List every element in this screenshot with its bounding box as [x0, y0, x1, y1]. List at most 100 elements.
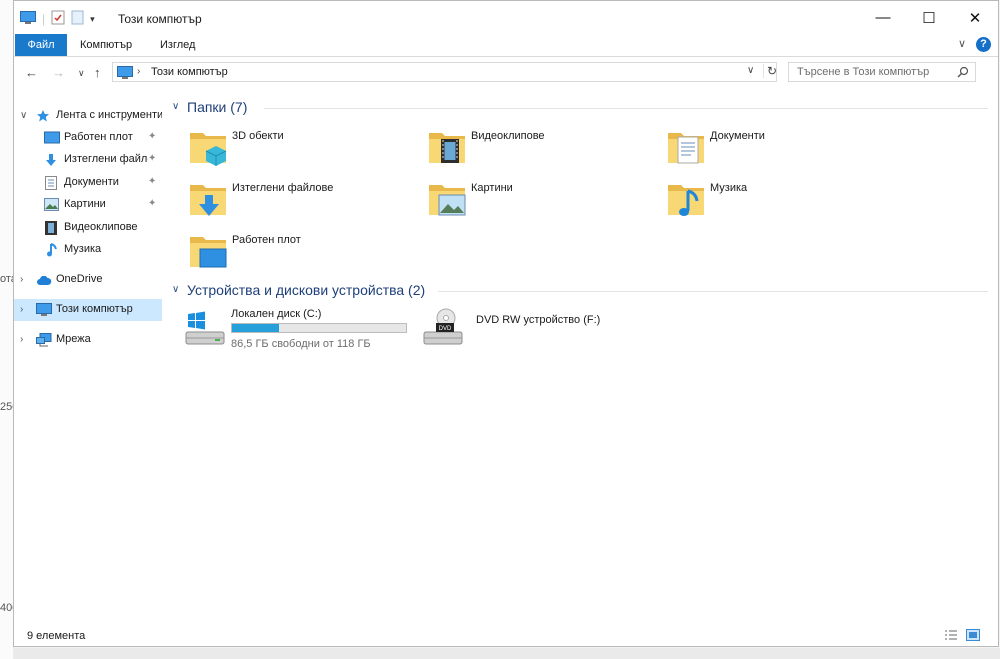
new-folder-icon[interactable] [71, 10, 84, 28]
nav-label: Мрежа [56, 333, 91, 345]
nav-label: OneDrive [56, 273, 103, 285]
nav-item-documents[interactable]: Документи ✦ [14, 172, 162, 194]
this-pc-icon [36, 303, 52, 320]
help-icon[interactable]: ? [976, 37, 991, 52]
properties-icon[interactable] [51, 10, 65, 28]
drive-free-space: 86,5 ГБ свободни от 118 ГБ [231, 338, 371, 350]
item-label: Видеоклипове [471, 130, 545, 142]
drive-label: Локален диск (C:) [231, 308, 322, 320]
recent-locations-chevron-icon[interactable]: ∨ [78, 68, 85, 79]
nav-item-music[interactable]: Музика [14, 239, 162, 261]
this-pc-icon [117, 66, 133, 83]
nav-item-this-pc[interactable]: › Този компютър [14, 299, 162, 321]
tab-computer[interactable]: Компютър [80, 34, 132, 56]
search-box[interactable]: Търсене в Този компютър [788, 62, 976, 82]
nav-item-network[interactable]: › Мрежа [14, 329, 162, 351]
title-bar: | ▾ Този компютър — ☐ ✕ [14, 1, 998, 34]
address-dropdown-icon[interactable]: ∨ [747, 65, 754, 76]
nav-label: Музика [64, 243, 102, 255]
group-title: Устройства и дискови устройства (2) [187, 282, 426, 298]
star-icon [36, 109, 50, 126]
large-icons-view-icon[interactable] [966, 629, 980, 644]
drive-item-dvd[interactable]: DVD DVD RW устройство (F:) [422, 308, 652, 354]
svg-text:DVD: DVD [439, 326, 452, 332]
close-button[interactable]: ✕ [952, 1, 998, 34]
picture-icon [44, 198, 59, 214]
folder-documents-icon [666, 125, 706, 172]
nav-item-desktop[interactable]: Работен плот ✦ [14, 127, 162, 149]
item-label: Изтеглени файлове [232, 182, 334, 194]
drive-label: DVD RW устройство (F:) [476, 314, 601, 326]
nav-label: Лента с инструменти [56, 109, 162, 121]
nav-item-quick-access[interactable]: ∨ Лента с инструменти [14, 105, 162, 127]
ribbon-tabs: Файл Компютър Изглед ∨ ? [14, 34, 998, 57]
nav-label: Този компютър [56, 303, 133, 315]
group-header-devices[interactable]: ∨ Устройства и дискови устройства (2) [172, 282, 992, 300]
forward-arrow-icon[interactable]: → [52, 65, 65, 80]
pin-icon[interactable]: ✦ [148, 176, 156, 187]
pin-icon[interactable]: ✦ [148, 198, 156, 209]
nav-item-pictures[interactable]: Картини ✦ [14, 194, 162, 216]
nav-item-onedrive[interactable]: › OneDrive [14, 269, 162, 291]
nav-label: Работен плот [64, 131, 133, 143]
folder-downloads-icon [188, 177, 228, 224]
folder-pictures-icon [427, 177, 467, 224]
breadcrumb-chevron-icon[interactable]: › [137, 66, 140, 77]
content-pane: ∨ Папки (7) 3D обекти Видеоклипове Докум… [164, 89, 998, 624]
item-label: Картини [471, 182, 513, 194]
customize-dropdown-icon[interactable]: ▾ [90, 14, 95, 25]
refresh-icon[interactable]: ↻ [763, 64, 777, 78]
expand-ribbon-chevron-icon[interactable]: ∨ [958, 37, 966, 50]
nav-label: Видеоклипове [64, 221, 138, 233]
tab-file[interactable]: Файл [15, 34, 67, 56]
expand-chevron-icon[interactable]: › [20, 334, 23, 345]
nav-label: Картини [64, 198, 106, 210]
folder-item-desktop[interactable]: Работен плот [188, 229, 418, 277]
nav-item-downloads[interactable]: Изтеглени файлове ✦ [14, 149, 162, 171]
cloud-icon [36, 275, 52, 289]
status-bar: 9 елемента [14, 625, 998, 647]
minimize-button[interactable]: — [860, 1, 906, 34]
breadcrumb-this-pc[interactable]: Този компютър [151, 66, 228, 78]
folder-item-3d-objects[interactable]: 3D обекти [188, 125, 418, 173]
quick-access-toolbar: | ▾ [20, 10, 95, 28]
up-arrow-icon[interactable]: ↑ [94, 65, 101, 80]
folder-item-videos[interactable]: Видеоклипове [427, 125, 657, 173]
film-icon [45, 221, 57, 238]
background-taskbar-area [13, 648, 1000, 659]
nav-label: Документи [64, 176, 119, 188]
address-bar[interactable]: › Този компютър ∨ ↻ [112, 62, 777, 82]
download-arrow-icon [44, 153, 58, 170]
folder-item-pictures[interactable]: Картини [427, 177, 657, 225]
pin-icon[interactable]: ✦ [148, 153, 156, 164]
expand-chevron-icon[interactable]: › [20, 274, 23, 285]
collapse-chevron-icon[interactable]: ∨ [172, 284, 179, 295]
folder-item-documents[interactable]: Документи [666, 125, 896, 173]
local-disk-icon [184, 308, 226, 351]
disk-usage-fill [232, 324, 279, 332]
tab-view[interactable]: Изглед [160, 34, 195, 56]
collapse-chevron-icon[interactable]: ∨ [20, 110, 27, 121]
maximize-button[interactable]: ☐ [906, 1, 952, 34]
group-header-folders[interactable]: ∨ Папки (7) [172, 99, 992, 117]
folder-item-downloads[interactable]: Изтеглени файлове [188, 177, 418, 225]
folder-music-icon [666, 177, 706, 224]
folder-desktop-icon [188, 229, 228, 276]
details-view-icon[interactable] [944, 629, 958, 644]
search-input[interactable]: Търсене в Този компютър [797, 66, 929, 78]
search-icon[interactable] [957, 66, 969, 81]
drive-item-local-disk[interactable]: Локален диск (C:) 86,5 ГБ свободни от 11… [184, 308, 414, 354]
item-label: Документи [710, 130, 765, 142]
back-arrow-icon[interactable]: ← [25, 65, 38, 80]
group-divider [438, 291, 988, 292]
pin-icon[interactable]: ✦ [148, 131, 156, 142]
collapse-chevron-icon[interactable]: ∨ [172, 101, 179, 112]
expand-chevron-icon[interactable]: › [20, 304, 23, 315]
group-divider [264, 108, 988, 109]
folder-item-music[interactable]: Музика [666, 177, 896, 225]
navigation-pane: ∨ Лента с инструменти Работен плот ✦ Изт… [14, 89, 162, 624]
explorer-window: | ▾ Този компютър — ☐ ✕ Файл Компютър Из… [13, 0, 999, 647]
nav-item-videos[interactable]: Видеоклипове [14, 217, 162, 239]
disk-usage-bar [231, 323, 407, 333]
background-app-strip: ота 250 400 [0, 0, 18, 659]
